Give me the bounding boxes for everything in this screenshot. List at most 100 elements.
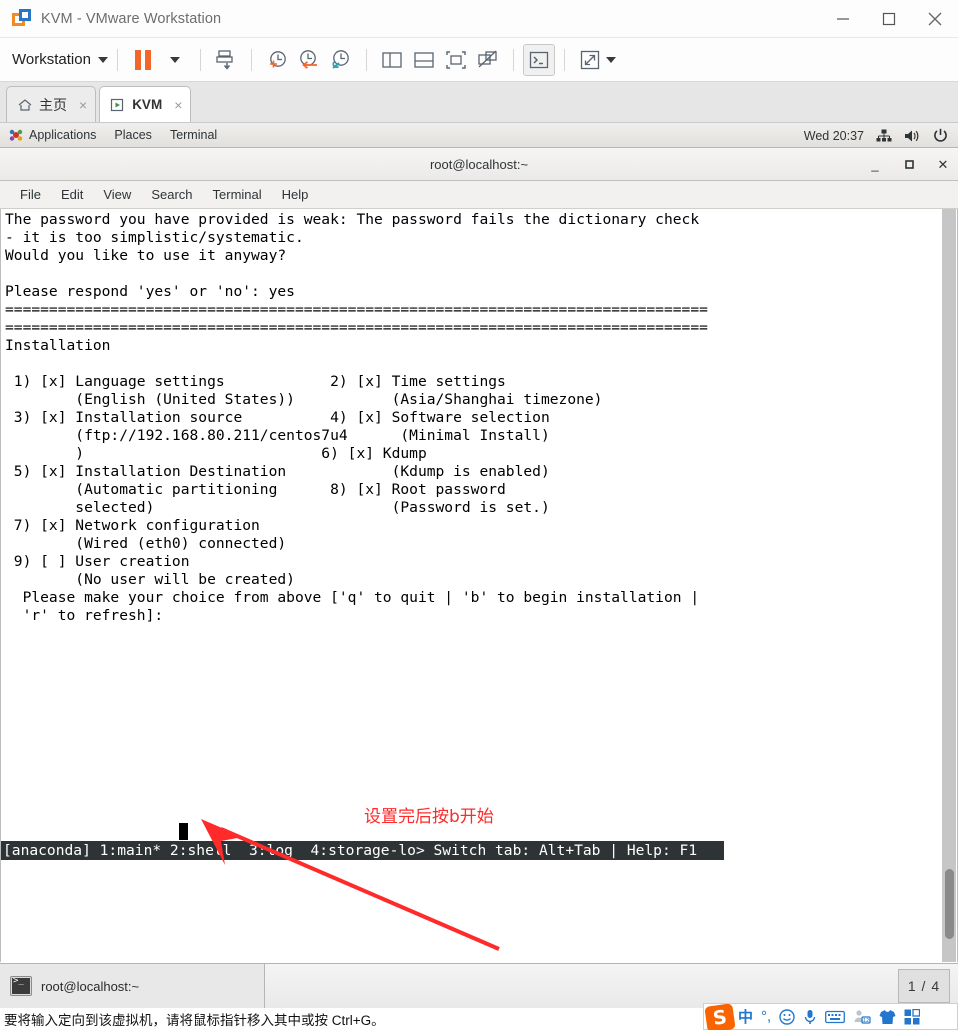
terminal-line: Please make your choice from above ['q' … <box>5 589 700 606</box>
skin-icon[interactable] <box>879 1009 896 1025</box>
tab-home[interactable]: 主页 × <box>6 86 97 122</box>
vmware-logo-icon <box>12 8 32 29</box>
close-button[interactable] <box>912 0 958 38</box>
menu-search[interactable]: Search <box>141 187 202 202</box>
gnome-tray: Wed 20:37 <box>804 123 958 148</box>
terminal-line: (Wired (eth0) connected) <box>5 535 287 552</box>
terminal-line: 5) [x] Installation Destination (Kdump i… <box>5 463 550 480</box>
toolbox-icon[interactable] <box>904 1008 921 1025</box>
terminal-line: Installation <box>5 337 111 354</box>
workspace-pager[interactable]: 1 / 4 <box>898 969 950 1003</box>
fit-guest-button[interactable] <box>440 44 472 76</box>
gnome-clock[interactable]: Wed 20:37 <box>804 129 864 143</box>
terminal-menubar: File Edit View Search Terminal Help <box>0 181 958 209</box>
terminal-line: The password you have provided is weak: … <box>5 211 700 228</box>
chinese-mode-icon[interactable]: 中 <box>738 1006 753 1027</box>
terminal-line: (English (United States)) (Asia/Shanghai… <box>5 391 603 408</box>
close-icon[interactable]: × <box>79 97 87 113</box>
gnome-terminal-menu[interactable]: Terminal <box>161 123 226 148</box>
gt-minimize-button[interactable]: _ <box>868 157 882 172</box>
vmware-workstation-window: KVM - VMware Workstation Workstation 主页 … <box>0 0 958 1030</box>
taskbar-item-label: root@localhost:~ <box>41 978 140 994</box>
gt-maximize-button[interactable] <box>902 157 916 172</box>
menu-view[interactable]: View <box>93 187 141 202</box>
console-view-button[interactable] <box>522 43 555 76</box>
take-snapshot-button[interactable] <box>261 44 293 76</box>
maximize-button[interactable] <box>866 0 912 38</box>
terminal-scrollbar-thumb[interactable] <box>945 869 954 939</box>
window-title: KVM - VMware Workstation <box>41 10 222 27</box>
terminal-line: 1) [x] Language settings 2) [x] Time set… <box>5 373 506 390</box>
window-controls <box>820 0 958 38</box>
snapshot-revert-icon <box>300 49 317 69</box>
gnome-top-panel: Applications Places Terminal Wed 20:37 <box>0 123 958 148</box>
menu-file[interactable]: File <box>10 187 51 202</box>
suspend-button[interactable] <box>127 44 159 76</box>
panel-left-icon <box>382 51 402 68</box>
minimize-button[interactable] <box>820 0 866 38</box>
volume-icon[interactable] <box>904 129 921 143</box>
fit-window-icon <box>446 50 466 69</box>
terminal-line: Would you like to use it anyway? <box>5 247 287 264</box>
vm-play-icon <box>111 98 124 111</box>
soft-keyboard-icon[interactable] <box>825 1010 846 1024</box>
workstation-menu-label: Workstation <box>12 51 91 68</box>
taskbar-item-terminal[interactable]: root@localhost:~ <box>0 964 265 1008</box>
terminal-scrollbar[interactable] <box>942 209 956 962</box>
gt-close-button[interactable]: ✕ <box>936 157 950 173</box>
workstation-menu-button[interactable]: Workstation <box>12 51 108 68</box>
terminal-line: 3) [x] Installation source 4) [x] Softwa… <box>5 409 550 426</box>
power-dropdown-button[interactable] <box>159 44 191 76</box>
voice-input-icon[interactable] <box>803 1009 817 1025</box>
vmware-titlebar: KVM - VMware Workstation <box>0 0 958 38</box>
snapshot-manager-icon <box>332 49 349 69</box>
annotation-text: 设置完后按b开始 <box>364 807 494 827</box>
show-thumbnail-button[interactable] <box>408 44 440 76</box>
pause-icon <box>134 49 151 70</box>
gnome-terminal-label: Terminal <box>169 128 218 142</box>
full-screen-button[interactable] <box>574 44 606 76</box>
terminal-line: selected) (Password is set.) <box>5 499 550 516</box>
gnome-applications-menu[interactable]: Applications <box>0 123 105 148</box>
snapshot-manager-button[interactable] <box>325 44 357 76</box>
terminal-line: - it is too simplistic/systematic. <box>5 229 304 246</box>
toolbar-separator <box>250 48 252 71</box>
menu-help[interactable]: Help <box>272 187 319 202</box>
sogou-logo-icon[interactable]: S <box>704 1003 736 1030</box>
terminal-icon <box>529 51 549 68</box>
toolbar-separator <box>116 48 118 71</box>
terminal-line: ========================================… <box>5 301 708 318</box>
user-account-icon[interactable]: 12 <box>853 1009 871 1024</box>
emoji-icon[interactable] <box>779 1008 795 1025</box>
terminal-line: Please respond 'yes' or 'no': yes <box>5 283 295 300</box>
power-icon[interactable] <box>933 128 948 143</box>
gnome-foot-icon <box>9 129 23 141</box>
snapshot-add-icon <box>269 50 286 67</box>
chevron-down-icon <box>605 56 616 63</box>
svg-text:12: 12 <box>863 1018 869 1024</box>
terminal-titlebar: root@localhost:~ _ ✕ <box>0 148 958 181</box>
gnome-places-menu[interactable]: Places <box>105 123 161 148</box>
punctuation-mode-icon[interactable]: °, <box>761 1008 771 1025</box>
toolbar-separator <box>365 48 367 71</box>
terminal-line: (Automatic partitioning 8) [x] Root pass… <box>5 481 506 498</box>
full-screen-dropdown-button[interactable] <box>605 56 616 63</box>
tab-kvm[interactable]: KVM × <box>99 86 192 122</box>
revert-snapshot-button[interactable] <box>293 44 325 76</box>
menu-terminal[interactable]: Terminal <box>203 187 272 202</box>
terminal-line: ========================================… <box>5 319 708 336</box>
terminal-body[interactable]: The password you have provided is weak: … <box>0 209 958 962</box>
chevron-down-icon <box>97 56 108 63</box>
multiple-monitors-button[interactable] <box>472 44 504 76</box>
network-icon[interactable] <box>876 129 892 143</box>
menu-edit[interactable]: Edit <box>51 187 93 202</box>
show-sidebar-button[interactable] <box>376 44 408 76</box>
send-ctrl-alt-del-button[interactable] <box>210 44 242 76</box>
terminal-window-buttons: _ ✕ <box>868 148 950 181</box>
tab-home-label: 主页 <box>39 96 67 113</box>
chevron-down-icon <box>169 56 180 63</box>
close-icon[interactable]: × <box>174 97 182 113</box>
gnome-terminal-window: root@localhost:~ _ ✕ File Edit View Sear… <box>0 148 958 963</box>
gnome-places-label: Places <box>114 128 152 142</box>
